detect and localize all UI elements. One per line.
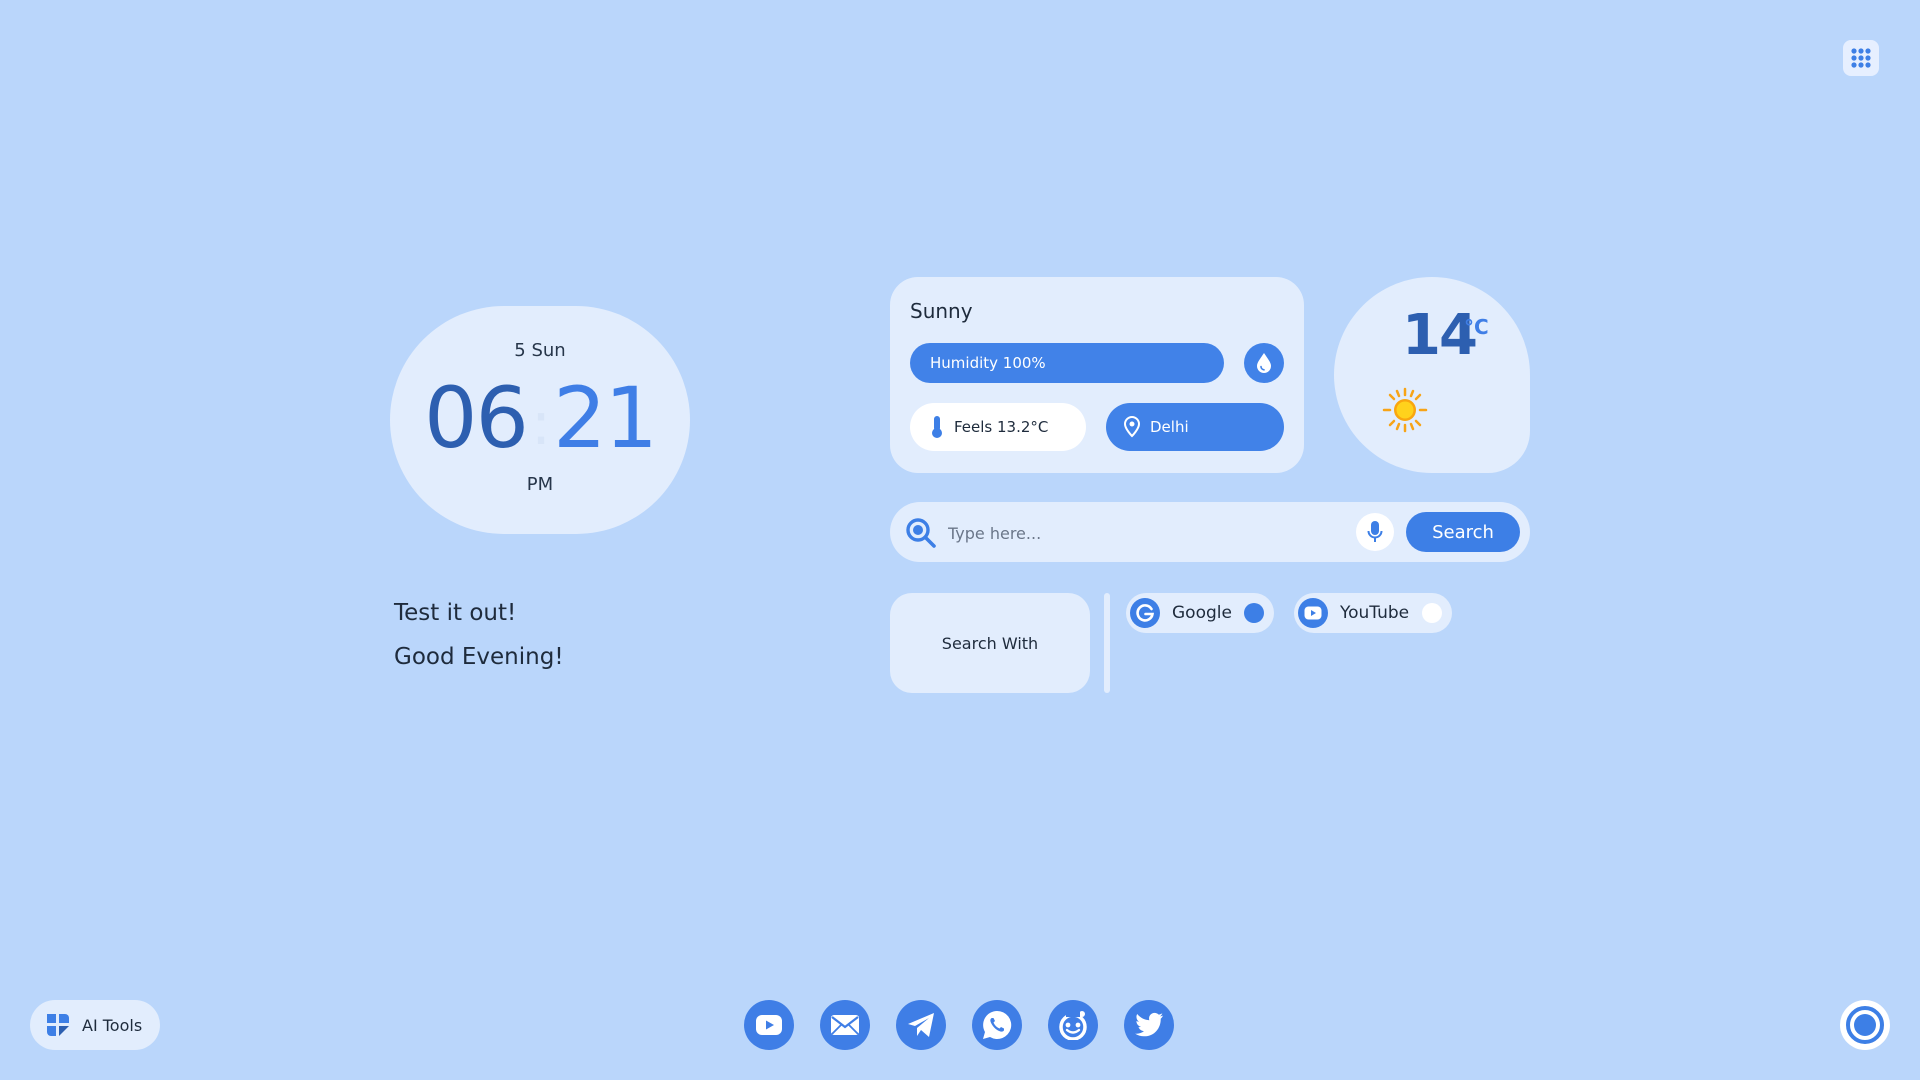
voice-search-button[interactable] [1356, 513, 1394, 551]
engine-option-youtube[interactable]: YouTube [1294, 593, 1452, 633]
dock-reddit[interactable] [1048, 1000, 1098, 1050]
feels-like-text: Feels 13.2°C [954, 418, 1049, 436]
clock-widget: 5 Sun 06:21 PM [390, 306, 690, 534]
location-pin-icon [1124, 416, 1140, 438]
reddit-icon [1059, 1011, 1087, 1040]
microphone-icon [1367, 521, 1383, 542]
thermometer-icon [932, 416, 942, 438]
feels-like-chip: Feels 13.2°C [910, 403, 1086, 451]
engine-radio[interactable] [1422, 603, 1442, 623]
telegram-icon [908, 1013, 934, 1037]
dock-whatsapp[interactable] [972, 1000, 1022, 1050]
weather-condition: Sunny [910, 299, 973, 323]
sun-icon [1382, 387, 1428, 433]
greeting-tagline: Test it out! [394, 600, 517, 626]
clock-hours: 06 [424, 369, 529, 467]
dock-youtube[interactable] [744, 1000, 794, 1050]
assistant-button[interactable] [1840, 1000, 1890, 1050]
youtube-icon [1298, 598, 1328, 628]
clock-ampm: PM [526, 474, 554, 495]
youtube-icon [756, 1015, 782, 1035]
twitter-icon [1135, 1012, 1163, 1037]
engine-name: Google [1172, 603, 1232, 623]
search-icon [906, 518, 936, 548]
divider [1104, 593, 1110, 693]
engine-option-google[interactable]: Google [1126, 593, 1274, 633]
grid-icon [1851, 48, 1871, 68]
temperature-unit: °C [1464, 315, 1489, 339]
dock-twitter[interactable] [1124, 1000, 1174, 1050]
location-button[interactable]: Delhi [1106, 403, 1284, 451]
humidity-label: Humidity 100% [930, 354, 1046, 372]
ai-tools-label: AI Tools [82, 1015, 143, 1035]
humidity-button[interactable] [1244, 343, 1284, 383]
search-button[interactable]: Search [1406, 512, 1520, 552]
dock-mail[interactable] [820, 1000, 870, 1050]
ai-tools-icon [47, 1014, 69, 1036]
clock-minutes: 21 [553, 369, 658, 467]
engine-radio-selected[interactable] [1244, 603, 1264, 623]
google-icon [1130, 598, 1160, 628]
water-drop-icon [1257, 353, 1271, 373]
greeting-text: Good Evening! [394, 644, 564, 670]
weather-card: Sunny Humidity 100% Feels 13.2°C Delhi [890, 277, 1304, 473]
engine-name: YouTube [1340, 603, 1410, 623]
location-text: Delhi [1150, 418, 1189, 436]
assistant-icon [1846, 1006, 1884, 1044]
whatsapp-icon [983, 1010, 1012, 1039]
clock-time: 06:21 [390, 376, 690, 460]
temperature-widget: 14 °C [1334, 277, 1530, 473]
clock-separator: : [530, 389, 551, 460]
humidity-bar: Humidity 100% [910, 343, 1224, 383]
clock-date: 5 Sun [514, 340, 566, 361]
apps-menu-button[interactable] [1843, 40, 1879, 76]
search-with-label: Search With [890, 593, 1090, 693]
app-dock [744, 1000, 1174, 1050]
search-input[interactable] [946, 516, 1350, 550]
mail-icon [831, 1015, 859, 1035]
ai-tools-button[interactable]: AI Tools [30, 1000, 160, 1050]
dock-telegram[interactable] [896, 1000, 946, 1050]
search-bar: Search [890, 502, 1530, 562]
